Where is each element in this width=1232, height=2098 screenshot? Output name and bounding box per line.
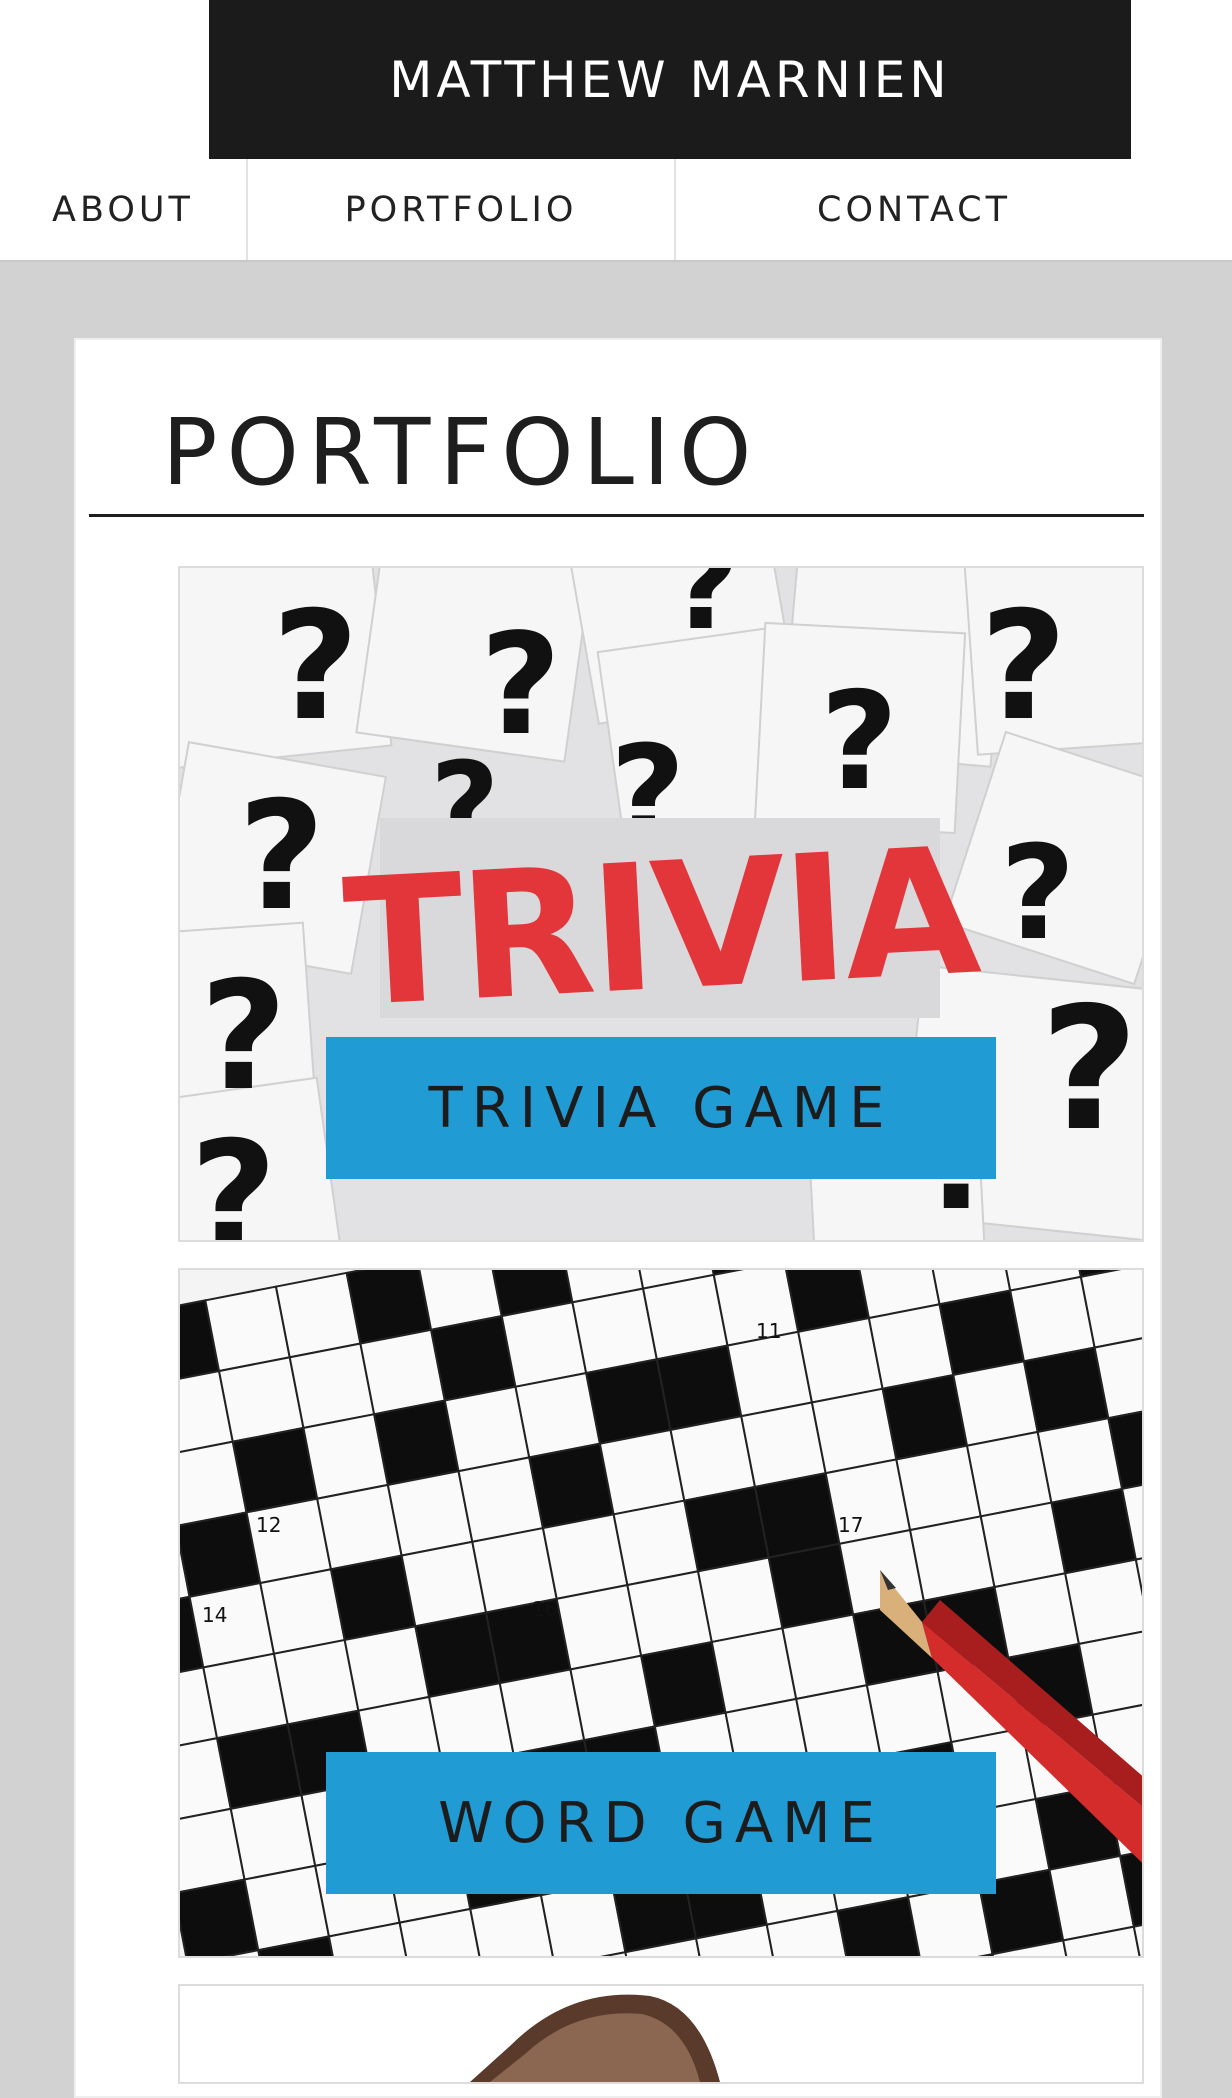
crossword-cell <box>1064 1558 1142 1646</box>
crossword-cell <box>202 1652 289 1740</box>
crossword-cell <box>881 1373 969 1461</box>
crossword-cell <box>867 1303 955 1390</box>
crossword-cell <box>274 1271 362 1359</box>
crossword-cell <box>528 1442 615 1530</box>
svg-text:?: ? <box>238 770 325 944</box>
crossword-cell <box>710 1627 798 1714</box>
crossword-cell <box>938 1289 1026 1377</box>
crossword-cell <box>993 1572 1081 1659</box>
crossword-cell <box>641 1273 729 1361</box>
crossword-cell <box>514 1371 602 1459</box>
crossword-cell <box>498 1668 586 1756</box>
crossword-cell <box>908 1515 996 1602</box>
crossword-cell <box>696 1556 784 1644</box>
crossword-cell <box>541 1513 629 1600</box>
crossword-cell <box>569 1654 657 1742</box>
svg-text:?: ? <box>980 580 1067 754</box>
title-divider <box>89 514 1144 517</box>
crossword-cell <box>965 1430 1053 1518</box>
nav-contact[interactable]: CONTACT <box>676 159 1152 260</box>
crossword-cell <box>626 1570 713 1657</box>
main-nav: ABOUT PORTFOLIO CONTACT <box>0 159 1232 260</box>
crossword-cell <box>598 1428 686 1516</box>
trivia-game-label[interactable]: TRIVIA GAME <box>326 1037 996 1179</box>
crossword-cell <box>243 1864 331 1952</box>
crossword-cell <box>753 1471 841 1559</box>
crossword-cell <box>457 1456 545 1544</box>
crossword-cell <box>245 1497 333 1585</box>
clue-number: 14 <box>202 1603 227 1627</box>
crossword-cell <box>781 1613 869 1701</box>
crossword-cell <box>979 1501 1067 1589</box>
crossword-cell <box>865 1670 953 1758</box>
crossword-cell <box>683 1485 770 1573</box>
svg-text:?: ? <box>1000 817 1075 969</box>
crossword-cell <box>386 1470 474 1557</box>
crossword-cell <box>571 1287 659 1375</box>
clue-number: 16 <box>532 1597 557 1621</box>
crossword-cell <box>669 1415 757 1502</box>
project-tile-trivia[interactable]: ? ? ? ? ? ? ? ? ? ? ? ? ? TRIVIA TRIVIA … <box>178 566 1144 1242</box>
svg-text:?: ? <box>670 568 740 657</box>
svg-text:?: ? <box>190 1110 277 1240</box>
crossword-cell <box>612 1499 700 1587</box>
crossword-cell <box>1048 1854 1136 1942</box>
word-game-label[interactable]: WORD GAME <box>326 1752 996 1894</box>
crossword-cell <box>217 1356 305 1443</box>
crossword-cell <box>443 1385 531 1473</box>
crossword-cell <box>329 1554 417 1642</box>
top-bar: MATTHEW MARNIEN ABOUT PORTFOLIO CONTACT <box>0 0 1232 262</box>
crossword-cell <box>484 1597 572 1685</box>
crossword-cell <box>429 1314 517 1402</box>
site-title[interactable]: MATTHEW MARNIEN <box>209 0 1131 159</box>
crossword-cell <box>316 1483 403 1571</box>
clue-number: 17 <box>838 1513 863 1537</box>
crossword-cell <box>726 1330 814 1418</box>
crossword-cell <box>204 1285 291 1373</box>
page-title: PORTFOLIO <box>162 399 761 506</box>
crossword-cell <box>215 1723 303 1811</box>
crossword-cell <box>500 1301 588 1388</box>
crossword-cell <box>639 1640 727 1728</box>
crossword-cell <box>584 1358 672 1445</box>
nav-portfolio[interactable]: PORTFOLIO <box>248 159 674 260</box>
crossword-cell <box>767 1542 855 1630</box>
trivia-image-text: TRIVIA <box>340 810 985 1046</box>
crossword-cell <box>372 1399 460 1487</box>
crossword-cell <box>302 1413 390 1500</box>
crossword-cell <box>400 1540 488 1628</box>
crossword-cell <box>952 1360 1039 1447</box>
clue-number: 11 <box>756 1319 781 1343</box>
crossword-cell <box>810 1387 898 1475</box>
svg-text:?: ? <box>200 950 287 1124</box>
svg-text:?: ? <box>272 580 359 754</box>
project-tile-word-game[interactable]: 11 12 14 16 17 WORD GAME <box>178 1268 1144 1958</box>
clue-number: 12 <box>256 1513 281 1537</box>
crossword-cell <box>1022 1346 1110 1434</box>
svg-text:?: ? <box>820 663 898 820</box>
crossword-cell <box>1050 1487 1138 1575</box>
crossword-cell <box>906 1882 994 1956</box>
crossword-cell <box>259 1568 346 1655</box>
crossword-cell <box>895 1444 982 1532</box>
project-image-partial <box>180 1986 1142 2082</box>
project-tile-third[interactable] <box>178 1984 1144 2084</box>
crossword-cell <box>343 1625 431 1712</box>
crossword-cell <box>1036 1417 1124 1504</box>
crossword-cell <box>555 1583 643 1671</box>
crossword-cell <box>288 1342 376 1430</box>
crossword-cell <box>797 1316 884 1404</box>
crossword-cell <box>655 1344 743 1432</box>
svg-text:?: ? <box>1040 971 1139 1169</box>
crossword-cell <box>1009 1275 1096 1363</box>
crossword-cell <box>414 1611 501 1699</box>
crossword-cell <box>272 1638 360 1726</box>
crossword-cell <box>231 1426 319 1514</box>
crossword-cell <box>229 1793 317 1881</box>
nav-about[interactable]: ABOUT <box>0 159 246 260</box>
crossword-cell <box>359 1328 446 1416</box>
crossword-cell <box>740 1401 827 1489</box>
